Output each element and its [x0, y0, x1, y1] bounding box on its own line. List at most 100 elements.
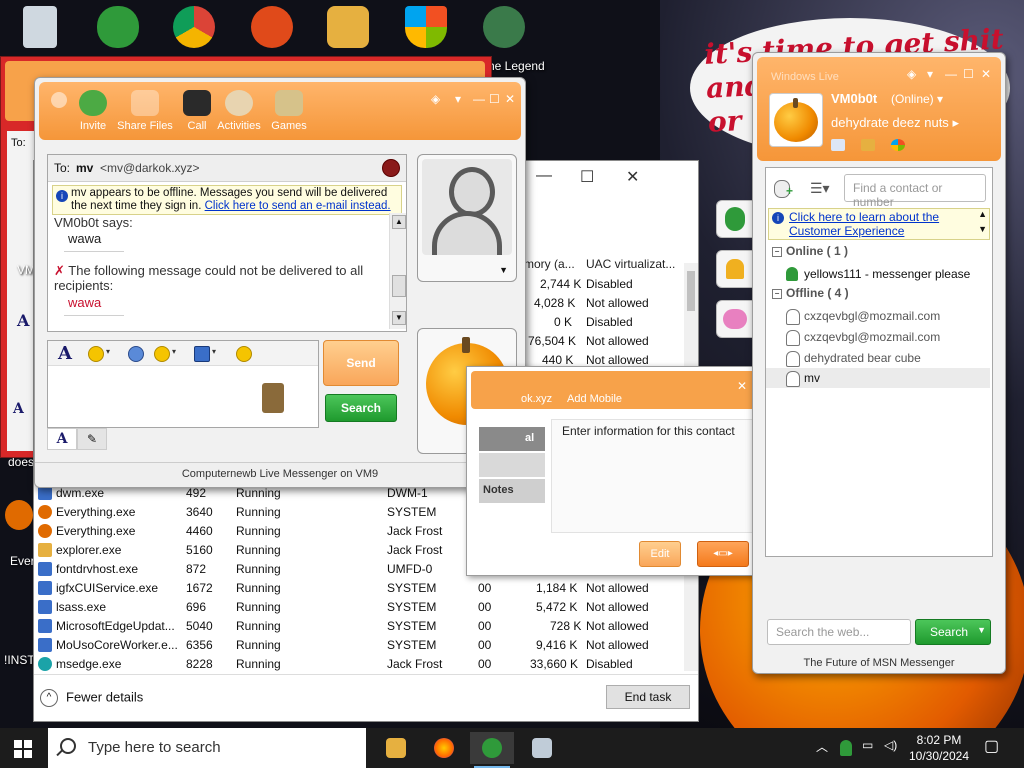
messenger-main-window[interactable]: Windows Live ◈ ▾ — ☐ ✕ VM0b0t (Online) ▾… — [752, 52, 1006, 674]
own-status[interactable]: (Online) ▾ — [891, 92, 943, 106]
tray-chevron-up-icon[interactable]: ︿ — [816, 738, 828, 755]
table-row[interactable]: igfxCUIService.exe 1672 Running SYSTEM 00 1,1… — [34, 579, 684, 598]
notification-icon[interactable]: ▢ — [984, 736, 999, 756]
add-mobile-link[interactable]: Add Mobile — [567, 393, 622, 405]
tray-messenger-icon[interactable] — [840, 740, 852, 756]
table-row[interactable]: MoUsoCoreWorker.e... 6356 Running SYSTEM 00 9… — [34, 636, 684, 655]
tab-personal[interactable]: al — [479, 427, 545, 451]
shield-icon[interactable] — [400, 6, 452, 56]
minimize-button[interactable]: — — [536, 167, 552, 185]
scroll-up-icon[interactable]: ▲ — [978, 209, 987, 219]
own-display-name[interactable]: VM0b0t — [831, 91, 877, 106]
taskbar-firefox[interactable] — [422, 732, 466, 764]
recycle-bin-icon[interactable] — [14, 6, 66, 56]
contact-offline[interactable]: cxzqevbgl@mozmail.com — [786, 306, 990, 326]
scroll-thumb[interactable] — [392, 275, 406, 297]
message-compose[interactable]: A ▾ ▾ ▾ — [47, 340, 319, 428]
maximize-button[interactable]: ☐ — [963, 67, 974, 81]
tab-contact[interactable] — [479, 453, 545, 477]
maximize-button[interactable]: ☐ — [489, 92, 500, 106]
taskbar-file-explorer[interactable] — [374, 732, 418, 764]
network-icon[interactable]: ▭ — [862, 738, 873, 752]
background-icon[interactable] — [194, 346, 210, 362]
close-button[interactable]: ✕ — [737, 379, 747, 393]
games-button[interactable]: Games — [261, 90, 317, 132]
search-button[interactable]: Search — [325, 394, 397, 422]
folder-icon[interactable] — [322, 6, 374, 56]
table-row[interactable]: MicrosoftEdgeUpdat... 5040 Running SYSTEM 00… — [34, 617, 684, 636]
contact-online[interactable]: yellows111 - messenger please — [786, 264, 990, 284]
column-uac[interactable]: UAC virtualizat... — [586, 257, 675, 271]
tab-notes[interactable]: Notes — [479, 479, 545, 503]
close-button[interactable]: ✕ — [505, 92, 515, 106]
group-offline[interactable]: − Offline ( 4 ) — [772, 286, 849, 300]
close-button[interactable]: ✕ — [981, 67, 991, 81]
font-button[interactable]: A — [58, 343, 72, 364]
game-character-icon[interactable] — [478, 6, 530, 56]
scroll-down-icon[interactable]: ▼ — [978, 224, 987, 234]
table-row[interactable]: lsass.exe 696 Running SYSTEM 00 5,472 K Not al… — [34, 598, 684, 617]
group-online[interactable]: − Online ( 1 ) — [772, 244, 848, 258]
clock[interactable]: 8:02 PM 10/30/2024 — [906, 732, 972, 764]
list-options-button[interactable]: ☰▾ — [810, 178, 834, 198]
activities-button[interactable]: Activities — [211, 90, 267, 132]
send-email-link[interactable]: Click here to send an e-mail instead. — [205, 200, 391, 212]
contact-offline[interactable]: cxzqevbgl@mozmail.com — [786, 327, 990, 347]
edit-button[interactable]: Edit — [639, 541, 681, 567]
maximize-button[interactable]: ☐ — [580, 167, 594, 187]
end-task-button[interactable]: End task — [606, 685, 690, 709]
chevron-down-icon[interactable]: ▾ — [927, 67, 933, 81]
nudge-icon[interactable] — [236, 346, 252, 362]
web-search-input[interactable]: Search the web... — [767, 619, 911, 645]
folder-icon[interactable] — [861, 139, 875, 151]
chevron-down-icon[interactable]: ▼ — [977, 625, 986, 635]
card-menu-button[interactable]: ◂▭▸ — [697, 541, 749, 567]
personal-message[interactable]: dehydrate deez nuts ▸ — [831, 115, 959, 131]
text-mode-tab[interactable]: A — [47, 428, 77, 450]
spaces-tab[interactable] — [716, 300, 754, 338]
paint-bucket-icon[interactable]: ◈ — [431, 92, 440, 106]
fewer-details-button[interactable]: ^ Fewer details — [40, 689, 143, 707]
voice-clip-icon[interactable] — [128, 346, 144, 362]
messenger-people-icon[interactable] — [92, 6, 144, 56]
conversation-scrollbar[interactable]: ▲ ▼ — [389, 213, 406, 329]
table-row[interactable]: msedge.exe 8228 Running Jack Frost 00 33,660 … — [34, 655, 684, 674]
taskbar-search-input[interactable]: Type here to search — [48, 728, 366, 768]
emoticon-icon[interactable] — [88, 346, 104, 362]
find-contact-input[interactable]: Find a contact or number — [844, 174, 986, 209]
contact-offline[interactable]: dehydrated bear cube — [786, 348, 990, 368]
wink-icon[interactable] — [154, 346, 170, 362]
contacts-tab[interactable] — [716, 200, 754, 238]
taskbar-remote-desktop[interactable] — [520, 732, 564, 764]
paint-bucket-icon[interactable]: ◈ — [907, 67, 916, 81]
contact-offline-selected[interactable]: mv — [766, 368, 990, 388]
close-button[interactable]: ✕ — [626, 167, 639, 187]
chevron-down-icon[interactable]: ▼ — [499, 265, 508, 275]
customer-experience-link[interactable]: Click here to learn about the Customer E… — [789, 210, 969, 238]
mail-icon[interactable] — [831, 139, 845, 151]
minimize-button[interactable]: — — [473, 92, 485, 106]
chrome-icon[interactable] — [168, 6, 220, 56]
handwriting-mode-tab[interactable]: ✎ — [77, 428, 107, 450]
chat-window[interactable]: Invite Share Files Call Activities Games… — [34, 77, 526, 488]
ppt-p-icon[interactable] — [246, 6, 298, 56]
minimize-button[interactable]: — — [945, 67, 957, 81]
everything-desktop-icon[interactable] — [2, 500, 36, 550]
alerts-tab[interactable] — [716, 250, 754, 288]
block-icon[interactable] — [382, 159, 400, 177]
web-search-button[interactable]: Search ▼ — [915, 619, 991, 645]
contact-display-picture[interactable]: ▼ — [417, 154, 517, 282]
volume-icon[interactable]: ◁) — [884, 738, 897, 752]
msn-butterfly-icon[interactable] — [891, 139, 905, 151]
own-display-picture[interactable] — [769, 93, 823, 147]
scroll-down-icon[interactable]: ▼ — [392, 311, 406, 325]
column-memory[interactable]: mory (a... — [524, 257, 575, 271]
invite-button[interactable]: Invite — [65, 90, 121, 132]
taskbar-messenger[interactable] — [470, 732, 514, 768]
start-button[interactable] — [14, 740, 32, 758]
share-files-button[interactable]: Share Files — [117, 90, 173, 132]
add-contact-button[interactable]: + — [774, 178, 796, 198]
send-button[interactable]: Send — [323, 340, 399, 386]
chevron-down-icon[interactable]: ▾ — [455, 92, 461, 106]
scroll-up-icon[interactable]: ▲ — [392, 215, 406, 229]
